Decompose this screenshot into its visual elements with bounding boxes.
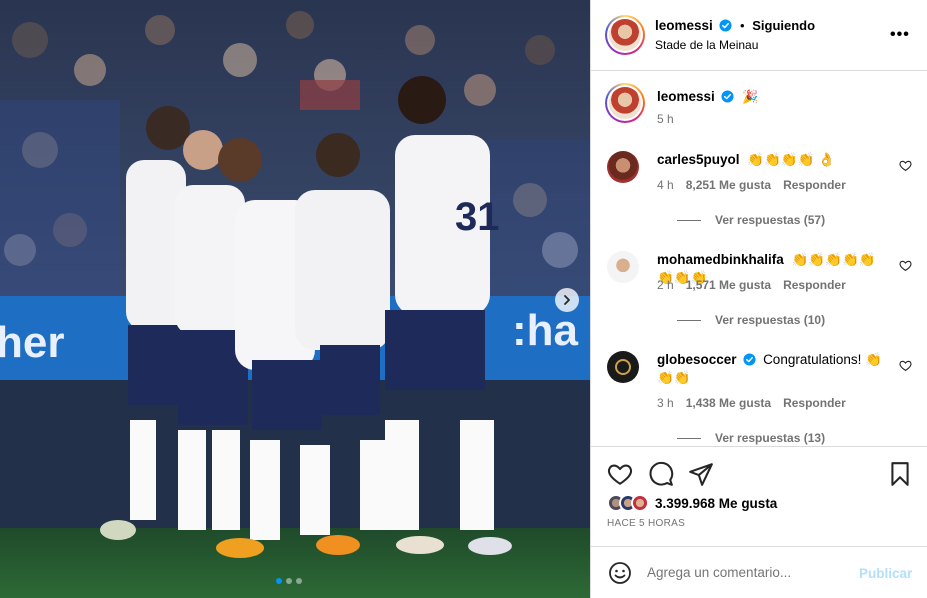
comment-username[interactable]: mohamedbinkhalifa <box>657 252 784 267</box>
heart-icon[interactable] <box>607 461 633 487</box>
publish-button[interactable]: Publicar <box>859 566 912 581</box>
post-sidebar: leomessi • Siguiendo Stade de la Meinau … <box>590 0 927 598</box>
comment-input[interactable] <box>647 565 837 580</box>
banner-text-left: her <box>0 318 64 367</box>
comment-icon[interactable] <box>648 461 674 487</box>
commenter-avatar[interactable] <box>607 151 639 183</box>
view-replies-label: Ver respuestas (13) <box>715 431 826 445</box>
comment-likes[interactable]: 1,438 Me gusta <box>686 396 771 410</box>
comment-time[interactable]: 3 h <box>657 396 674 410</box>
share-icon[interactable] <box>688 461 714 487</box>
post-timestamp[interactable]: HACE 5 HORAS <box>607 518 685 529</box>
caption-time[interactable]: 5 h <box>657 112 674 126</box>
comment-item: globesoccer Congratulations! 👏👏👏 3 h 1,4… <box>607 351 917 445</box>
comment-composer: Publicar <box>591 546 927 598</box>
comment-username[interactable]: carles5puyol <box>657 152 740 167</box>
carousel-indicator <box>276 578 302 584</box>
carousel-dot <box>276 578 282 584</box>
verified-icon <box>721 90 734 103</box>
post-photo[interactable]: her :ha 31 <box>0 0 590 598</box>
author-username[interactable]: leomessi <box>655 18 713 33</box>
emoji-icon[interactable] <box>608 561 632 585</box>
comment-likes[interactable]: 1,571 Me gusta <box>686 278 771 292</box>
chevron-right-icon <box>564 295 570 305</box>
comment-item: mohamedbinkhalifa 👏👏👏👏👏👏👏👏 2 h 1,571 Me … <box>607 251 917 331</box>
header-separator: • <box>740 18 745 33</box>
liker-avatar[interactable] <box>631 494 649 512</box>
carousel-dot <box>286 578 292 584</box>
comment-likes[interactable]: 8,251 Me gusta <box>686 178 771 192</box>
view-replies-label: Ver respuestas (57) <box>715 213 826 227</box>
verified-icon <box>719 19 732 32</box>
heart-icon[interactable] <box>899 259 912 272</box>
reply-button[interactable]: Responder <box>783 278 846 292</box>
comment-username[interactable]: globesoccer <box>657 352 737 367</box>
following-button[interactable]: Siguiendo <box>752 18 815 33</box>
jersey-number: 31 <box>455 195 500 239</box>
likes-count[interactable]: 3.399.968 Me gusta <box>655 496 777 511</box>
heart-icon[interactable] <box>899 159 912 172</box>
match-photo-image: her :ha 31 <box>0 0 590 598</box>
comment-item: carles5puyol 👏👏👏👏 👌 4 h 8,251 Me gusta R… <box>607 151 917 231</box>
caption-avatar[interactable] <box>605 83 645 123</box>
heart-icon[interactable] <box>899 359 912 372</box>
next-photo-button[interactable] <box>555 288 579 312</box>
view-replies-button[interactable]: Ver respuestas (57) <box>677 213 825 227</box>
view-replies-button[interactable]: Ver respuestas (10) <box>677 313 825 327</box>
bookmark-icon[interactable] <box>887 461 913 487</box>
view-replies-label: Ver respuestas (10) <box>715 313 826 327</box>
reply-button[interactable]: Responder <box>783 178 846 192</box>
author-avatar[interactable] <box>605 15 645 55</box>
commenter-avatar[interactable] <box>607 351 639 383</box>
more-icon: ••• <box>890 26 910 43</box>
caption-text: 🎉 <box>742 89 759 104</box>
post-header: leomessi • Siguiendo Stade de la Meinau … <box>591 0 927 71</box>
reply-button[interactable]: Responder <box>783 396 846 410</box>
post-location[interactable]: Stade de la Meinau <box>655 38 758 52</box>
verified-icon <box>743 353 756 366</box>
commenter-avatar[interactable] <box>607 251 639 283</box>
banner-text-right: :ha <box>512 306 579 355</box>
action-bar: 3.399.968 Me gusta HACE 5 HORAS <box>591 446 927 546</box>
comment-time[interactable]: 2 h <box>657 278 674 292</box>
more-options-button[interactable]: ••• <box>890 26 910 44</box>
comment-time[interactable]: 4 h <box>657 178 674 192</box>
carousel-dot <box>296 578 302 584</box>
view-replies-button[interactable]: Ver respuestas (13) <box>677 431 825 445</box>
comment-text: 👏👏👏👏 👌 <box>747 152 836 167</box>
caption-username[interactable]: leomessi <box>657 89 715 104</box>
